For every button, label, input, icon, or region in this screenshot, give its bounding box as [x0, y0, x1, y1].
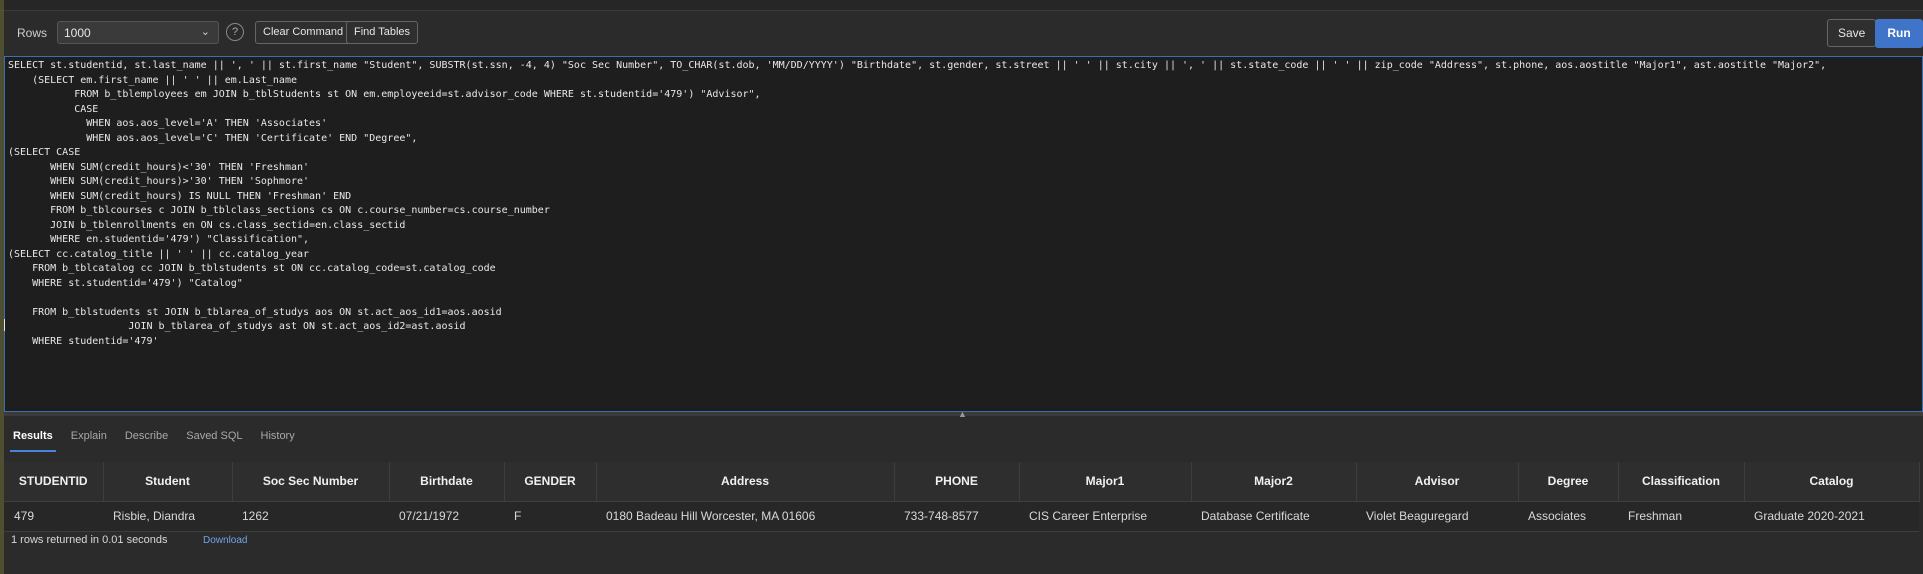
- code-line: WHEN SUM(credit_hours) IS NULL THEN 'Fre…: [8, 190, 352, 202]
- code-line: CASE: [8, 103, 99, 115]
- code-line: WHEN SUM(credit_hours)>'30' THEN 'Sophmo…: [8, 176, 310, 187]
- rows-value: 1000: [64, 26, 91, 40]
- code-line: WHERE studentid='479': [8, 335, 159, 347]
- chevron-down-icon: ⌄: [200, 26, 210, 38]
- table-cell: Database Certificate: [1191, 500, 1356, 532]
- code-line: WHERE st.studentid='479') "Catalog": [8, 277, 243, 289]
- table-cell: 479: [4, 500, 103, 532]
- column-header[interactable]: GENDER: [504, 462, 597, 501]
- code-line: JOIN b_tblenrollments en ON cs.class_sec…: [8, 219, 406, 231]
- table-header-row: STUDENTID Student Soc Sec Number Birthdate G…: [4, 462, 1920, 501]
- splitter-handle-icon[interactable]: ▲: [958, 409, 967, 419]
- clear-command-button[interactable]: Clear Command: [255, 21, 352, 44]
- column-header[interactable]: Birthdate: [389, 462, 505, 501]
- code-line: FROM b_tblemployees em JOIN b_tblStudent…: [8, 89, 761, 100]
- result-tabs: Results Explain Describe Saved SQL Histo…: [4, 420, 304, 452]
- column-header[interactable]: Major2: [1191, 462, 1357, 501]
- table-cell: 07/21/1972: [389, 500, 504, 532]
- sql-editor[interactable]: SELECT st.studentid, st.last_name || ', …: [4, 56, 1923, 412]
- table-cell: 733-748-8577: [894, 500, 1019, 532]
- column-header[interactable]: Address: [596, 462, 895, 501]
- column-header[interactable]: Student: [103, 462, 233, 501]
- table-cell: F: [504, 500, 596, 532]
- code-line: (SELECT CASE: [8, 147, 81, 158]
- top-strip: [0, 0, 1923, 11]
- table-cell: Risbie, Diandra: [103, 500, 232, 532]
- table-cell: Freshman: [1618, 500, 1744, 532]
- column-header[interactable]: Degree: [1518, 462, 1619, 501]
- table-cell: 1262: [232, 500, 389, 532]
- sql-workshop: Rows 1000 ⌄ ? Clear Command Find Tables …: [0, 0, 1923, 574]
- find-tables-button[interactable]: Find Tables: [346, 21, 419, 44]
- download-link[interactable]: Download: [203, 535, 247, 546]
- rows-select[interactable]: 1000 ⌄: [57, 21, 219, 44]
- column-header[interactable]: Soc Sec Number: [232, 462, 390, 501]
- table-row: 479 Risbie, Diandra 1262 07/21/1972 F 0180 Ba…: [4, 500, 1919, 532]
- rows-returned-status: 1 rows returned in 0.01 seconds: [11, 534, 168, 546]
- code-line: SELECT st.studentid, st.last_name || ', …: [8, 60, 1827, 71]
- results-table: STUDENTID Student Soc Sec Number Birthdate G…: [4, 462, 1920, 532]
- code-line: (SELECT em.first_name || ' ' || em.Last_…: [8, 74, 297, 86]
- column-header[interactable]: Catalog: [1744, 462, 1920, 501]
- save-button[interactable]: Save: [1827, 19, 1877, 47]
- tab-results[interactable]: Results: [4, 420, 62, 452]
- tab-describe[interactable]: Describe: [116, 420, 177, 452]
- tab-explain[interactable]: Explain: [62, 420, 116, 452]
- code-line: FROM b_tblcourses c JOIN b_tblclass_sect…: [8, 205, 550, 216]
- table-cell: Violet Beaguregard: [1356, 500, 1518, 532]
- code-line: FROM b_tblstudents st JOIN b_tblarea_of_…: [8, 306, 502, 318]
- code-line: (SELECT cc.catalog_title || ' ' || cc.ca…: [8, 248, 310, 260]
- code-line: WHEN aos.aos_level='C' THEN 'Certificate…: [8, 132, 418, 144]
- tab-history[interactable]: History: [252, 420, 304, 452]
- column-header[interactable]: STUDENTID: [4, 462, 104, 501]
- results-table-wrapper: STUDENTID Student Soc Sec Number Birthdate G…: [4, 462, 1920, 532]
- help-icon[interactable]: ?: [226, 23, 244, 41]
- column-header[interactable]: Advisor: [1356, 462, 1519, 501]
- code-line: WHEN aos.aos_level='A' THEN 'Associates': [8, 118, 328, 129]
- code-line: WHERE en.studentid='479') "Classificatio…: [8, 234, 310, 245]
- run-button[interactable]: Run: [1875, 19, 1923, 48]
- text-caret: [4, 319, 5, 331]
- table-cell: Graduate 2020-2021: [1744, 500, 1919, 532]
- code-line: JOIN b_tblarea_of_studys ast ON st.act_a…: [8, 321, 466, 332]
- column-header[interactable]: Major1: [1019, 462, 1192, 501]
- table-cell: Associates: [1518, 500, 1618, 532]
- tab-saved-sql[interactable]: Saved SQL: [177, 420, 251, 452]
- toolbar: Rows 1000 ⌄ ? Clear Command Find Tables …: [4, 11, 1923, 55]
- table-cell: CIS Career Enterprise: [1019, 500, 1191, 532]
- table-cell: 0180 Badeau Hill Worcester, MA 01606: [596, 500, 894, 532]
- column-header[interactable]: Classification: [1618, 462, 1745, 501]
- code-line: FROM b_tblcatalog cc JOIN b_tblstudents …: [8, 263, 496, 274]
- column-header[interactable]: PHONE: [894, 462, 1020, 501]
- rows-label: Rows: [17, 26, 48, 40]
- code-line: WHEN SUM(credit_hours)<'30' THEN 'Freshm…: [8, 161, 310, 173]
